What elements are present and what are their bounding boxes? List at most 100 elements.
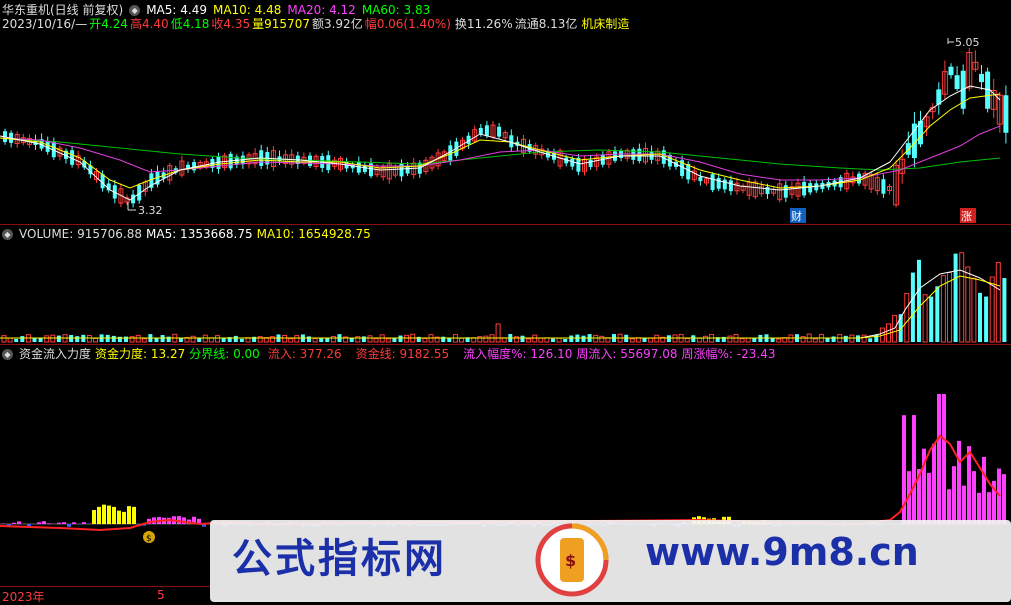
fund-toggle-icon[interactable]: ◆ xyxy=(2,349,13,360)
volume-bar xyxy=(557,338,561,342)
panel-separator xyxy=(0,224,1011,225)
candle xyxy=(802,182,806,195)
candlestick-chart[interactable]: 5.05 3.32 财 涨 xyxy=(0,30,1011,224)
volume-bar xyxy=(313,338,317,342)
fund-force: 资金力度: 13.27 xyxy=(95,347,185,361)
fund-bar xyxy=(67,524,71,527)
volume-bar xyxy=(600,336,604,342)
fund-bar xyxy=(967,446,971,524)
volume-bar xyxy=(319,338,323,342)
volume-bar xyxy=(813,339,817,342)
volume-bar xyxy=(514,337,518,342)
volume-bar xyxy=(801,337,805,342)
volume-title: VOLUME: 915706.88 xyxy=(19,227,142,241)
volume-bar xyxy=(270,337,274,342)
volume-bar xyxy=(972,278,976,342)
fund-bar xyxy=(932,444,936,524)
stock-name[interactable]: 华东重机(日线 前复权) xyxy=(2,3,123,17)
price-header: 华东重机(日线 前复权)◆MA5: 4.49MA10: 4.48MA20: 4.… xyxy=(2,3,436,17)
date-value: 2023/10/16/— xyxy=(2,17,87,31)
settings-toggle-icon[interactable]: ◆ xyxy=(129,5,140,16)
volume-bar xyxy=(832,336,836,342)
volume-bar xyxy=(45,336,49,342)
volume-bar xyxy=(740,339,744,342)
volume-chart[interactable] xyxy=(0,240,1011,344)
volume-bar xyxy=(39,338,43,342)
volume-bar xyxy=(862,335,866,342)
volume-bar xyxy=(856,335,860,342)
volume-bar xyxy=(399,336,403,342)
fund-inflow: 流入: 377.26 xyxy=(268,347,342,361)
volume-bar xyxy=(405,335,409,342)
volume-bar xyxy=(136,335,140,342)
fund-bar xyxy=(57,523,61,524)
watermark-logo: $ xyxy=(532,520,612,600)
fund-bar xyxy=(1002,474,1006,524)
candle xyxy=(729,180,733,191)
candle xyxy=(881,179,885,193)
volume-ma10: MA10: 1654928.75 xyxy=(257,227,371,241)
volume-bar xyxy=(124,337,128,342)
volume-bar xyxy=(155,338,159,342)
volume-bar xyxy=(14,339,18,342)
volume-bar xyxy=(948,273,952,342)
volume-bar xyxy=(8,338,12,342)
fund-bar xyxy=(927,473,931,524)
volume-value: 量915707 xyxy=(252,17,310,31)
volume-bar xyxy=(868,338,872,342)
fund-bar xyxy=(12,523,16,524)
turnover-value: 换11.26% xyxy=(455,17,513,31)
volume-bar xyxy=(112,336,116,342)
volume-bar xyxy=(539,338,543,342)
volume-toggle-icon[interactable]: ◆ xyxy=(2,229,13,240)
fund-bar xyxy=(82,522,86,524)
candle xyxy=(479,128,483,134)
volume-bar xyxy=(240,339,244,342)
fund-bar xyxy=(957,441,961,524)
candle xyxy=(1003,95,1008,132)
candle xyxy=(497,127,501,137)
fund-line-value: 资金线: 9182.55 xyxy=(356,347,449,361)
ma10-value: MA10: 4.48 xyxy=(213,3,281,17)
watermark-right-text: www.9m8.cn xyxy=(645,530,919,574)
volume-bar xyxy=(167,337,171,342)
fund-bar xyxy=(947,489,951,524)
volume-bar xyxy=(685,339,689,342)
volume-bar xyxy=(423,338,427,342)
volume-bar xyxy=(362,336,366,342)
fund-bar xyxy=(132,507,136,524)
volume-bar xyxy=(191,336,195,342)
volume-bar xyxy=(777,339,781,342)
finance-marker-label: 财 xyxy=(791,209,802,223)
volume-bar xyxy=(234,336,238,342)
volume-bar xyxy=(563,339,567,342)
volume-bar xyxy=(87,335,91,342)
volume-bar xyxy=(441,337,445,342)
ma60-value: MA60: 3.83 xyxy=(362,3,430,17)
fund-bar xyxy=(42,521,46,524)
volume-bar xyxy=(307,336,311,342)
candle xyxy=(955,75,960,89)
watermark-left-text: 公式指标网 xyxy=(232,526,447,584)
fund-bar xyxy=(962,486,966,524)
volume-bar xyxy=(57,336,61,342)
volume-header: ◆VOLUME: 915706.88MA5: 1353668.75MA10: 1… xyxy=(2,227,377,241)
volume-bar xyxy=(697,338,701,342)
fund-bar xyxy=(37,522,41,524)
fund-inflow-pct: 流入幅度%: 126.10 xyxy=(463,347,572,361)
candle xyxy=(485,125,489,135)
amount-value: 额3.92亿 xyxy=(312,17,363,31)
volume-bar xyxy=(325,338,329,342)
volume-bar xyxy=(142,339,146,342)
fund-bar xyxy=(112,507,116,524)
ma60-line xyxy=(0,138,1000,170)
volume-bar xyxy=(94,339,98,342)
volume-bar xyxy=(2,336,6,342)
volume-bar xyxy=(728,336,732,342)
fund-bar xyxy=(72,522,76,524)
volume-bar xyxy=(996,263,1000,342)
volume-bar xyxy=(551,339,555,342)
industry-value[interactable]: 机床制造 xyxy=(581,17,629,31)
volume-bar xyxy=(527,339,531,342)
svg-text:$: $ xyxy=(565,551,576,570)
